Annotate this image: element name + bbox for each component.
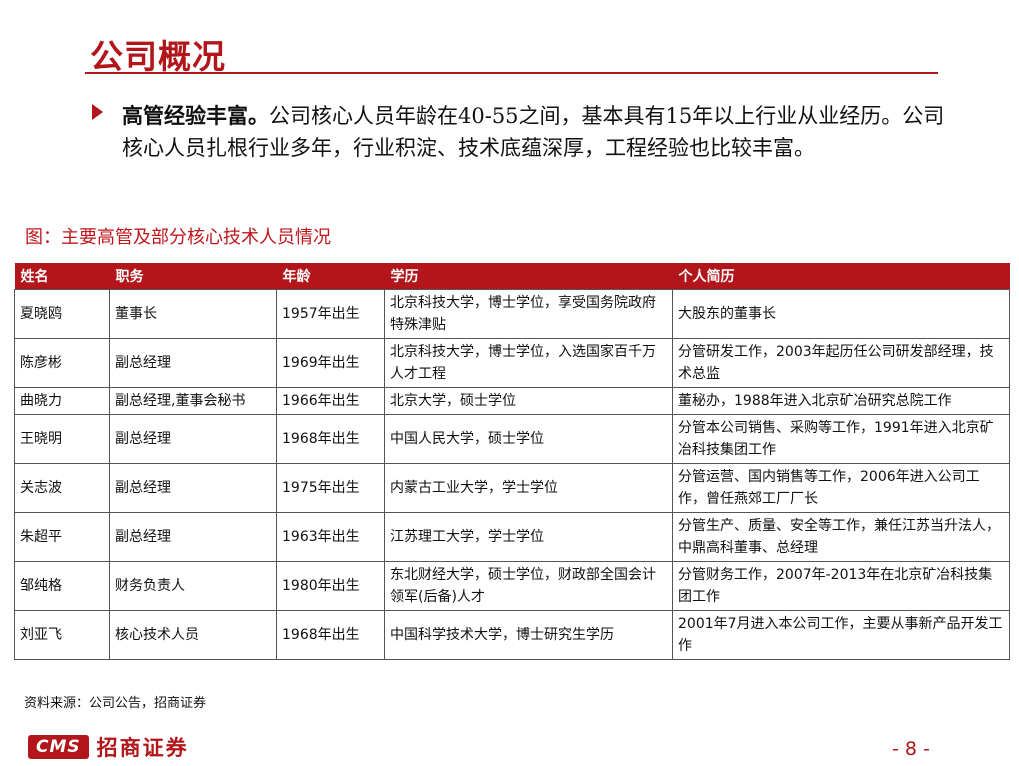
logo-badge: CMS bbox=[28, 735, 89, 759]
table-row: 朱超平 副总经理 1963年出生 江苏理工大学，学士学位 分管生产、质量、安全等… bbox=[14, 512, 1010, 562]
logo-text: 招商证券 bbox=[96, 736, 189, 760]
cell-age: 1980年出生 bbox=[276, 561, 385, 611]
bullet-point: 高管经验丰富。公司核心人员年龄在40-55之间，基本具有15年以上行业从业经历。… bbox=[92, 100, 962, 164]
header-position: 职务 bbox=[109, 263, 277, 290]
cell-position: 财务负责人 bbox=[109, 561, 277, 611]
table-row: 王晓明 副总经理 1968年出生 中国人民大学，硕士学位 分管本公司销售、采购等… bbox=[14, 414, 1010, 464]
cell-education: 北京科技大学，博士学位，入选国家百千万人才工程 bbox=[384, 338, 673, 388]
header-age: 年龄 bbox=[276, 263, 385, 290]
title-divider bbox=[85, 72, 938, 74]
cell-name: 王晓明 bbox=[14, 414, 110, 464]
management-table: 姓名 职务 年龄 学历 个人简历 夏晓鸥 董事长 1957年出生 北京科技大学，… bbox=[14, 263, 1010, 660]
cell-resume: 董秘办，1988年进入北京矿冶研究总院工作 bbox=[672, 387, 1010, 415]
cell-resume: 分管本公司销售、采购等工作，1991年进入北京矿冶科技集团工作 bbox=[672, 414, 1010, 464]
cell-age: 1969年出生 bbox=[276, 338, 385, 388]
cell-name: 关志波 bbox=[14, 463, 110, 513]
cell-resume: 大股东的董事长 bbox=[672, 289, 1010, 339]
cell-position: 副总经理 bbox=[109, 512, 277, 562]
cell-age: 1975年出生 bbox=[276, 463, 385, 513]
cell-name: 陈彦彬 bbox=[14, 338, 110, 388]
company-logo: CMS 招商证券 bbox=[28, 733, 189, 761]
cell-education: 北京科技大学，博士学位，享受国务院政府特殊津贴 bbox=[384, 289, 673, 339]
cell-resume: 2001年7月进入本公司工作，主要从事新产品开发工作 bbox=[672, 610, 1010, 660]
cell-age: 1968年出生 bbox=[276, 414, 385, 464]
cell-resume: 分管运营、国内销售等工作，2006年进入公司工作，曾任燕郊工厂厂长 bbox=[672, 463, 1010, 513]
header-education: 学历 bbox=[384, 263, 673, 290]
cell-age: 1968年出生 bbox=[276, 610, 385, 660]
table-header-row: 姓名 职务 年龄 学历 个人简历 bbox=[14, 263, 1010, 290]
cell-position: 副总经理 bbox=[109, 338, 277, 388]
cell-education: 内蒙古工业大学，学士学位 bbox=[384, 463, 673, 513]
cell-name: 邹纯格 bbox=[14, 561, 110, 611]
cell-age: 1957年出生 bbox=[276, 289, 385, 339]
cell-age: 1966年出生 bbox=[276, 387, 385, 415]
header-name: 姓名 bbox=[14, 263, 110, 290]
table-row: 夏晓鸥 董事长 1957年出生 北京科技大学，博士学位，享受国务院政府特殊津贴 … bbox=[14, 289, 1010, 339]
cell-education: 北京大学，硕士学位 bbox=[384, 387, 673, 415]
cell-name: 刘亚飞 bbox=[14, 610, 110, 660]
cell-position: 董事长 bbox=[109, 289, 277, 339]
cell-resume: 分管财务工作，2007年-2013年在北京矿冶科技集团工作 bbox=[672, 561, 1010, 611]
table-row: 曲晓力 副总经理,董事会秘书 1966年出生 北京大学，硕士学位 董秘办，198… bbox=[14, 387, 1010, 415]
cell-resume: 分管研发工作，2003年起历任公司研发部经理，技术总监 bbox=[672, 338, 1010, 388]
cell-name: 夏晓鸥 bbox=[14, 289, 110, 339]
bullet-text: 高管经验丰富。公司核心人员年龄在40-55之间，基本具有15年以上行业从业经历。… bbox=[122, 100, 962, 164]
cell-education: 中国科学技术大学，博士研究生学历 bbox=[384, 610, 673, 660]
cell-resume: 分管生产、质量、安全等工作，兼任江苏当升法人，中鼎高科董事、总经理 bbox=[672, 512, 1010, 562]
cell-age: 1963年出生 bbox=[276, 512, 385, 562]
table-row: 邹纯格 财务负责人 1980年出生 东北财经大学，硕士学位，财政部全国会计领军(… bbox=[14, 561, 1010, 611]
page-title: 公司概况 bbox=[90, 37, 226, 76]
cell-education: 中国人民大学，硕士学位 bbox=[384, 414, 673, 464]
cell-position: 副总经理 bbox=[109, 414, 277, 464]
cell-education: 东北财经大学，硕士学位，财政部全国会计领军(后备)人才 bbox=[384, 561, 673, 611]
table-row: 陈彦彬 副总经理 1969年出生 北京科技大学，博士学位，入选国家百千万人才工程… bbox=[14, 338, 1010, 388]
cell-position: 副总经理,董事会秘书 bbox=[109, 387, 277, 415]
cell-position: 副总经理 bbox=[109, 463, 277, 513]
table-row: 关志波 副总经理 1975年出生 内蒙古工业大学，学士学位 分管运营、国内销售等… bbox=[14, 463, 1010, 513]
cell-education: 江苏理工大学，学士学位 bbox=[384, 512, 673, 562]
header-resume: 个人简历 bbox=[672, 263, 1010, 290]
cell-position: 核心技术人员 bbox=[109, 610, 277, 660]
page-number: - 8 - bbox=[892, 738, 930, 760]
cell-name: 曲晓力 bbox=[14, 387, 110, 415]
table-row: 刘亚飞 核心技术人员 1968年出生 中国科学技术大学，博士研究生学历 2001… bbox=[14, 610, 1010, 660]
cell-name: 朱超平 bbox=[14, 512, 110, 562]
bullet-bold-lead: 高管经验丰富。 bbox=[122, 103, 269, 128]
source-note: 资料来源：公司公告，招商证券 bbox=[24, 696, 207, 711]
bullet-arrow-icon bbox=[92, 104, 103, 120]
figure-caption: 图：主要高管及部分核心技术人员情况 bbox=[25, 227, 331, 248]
